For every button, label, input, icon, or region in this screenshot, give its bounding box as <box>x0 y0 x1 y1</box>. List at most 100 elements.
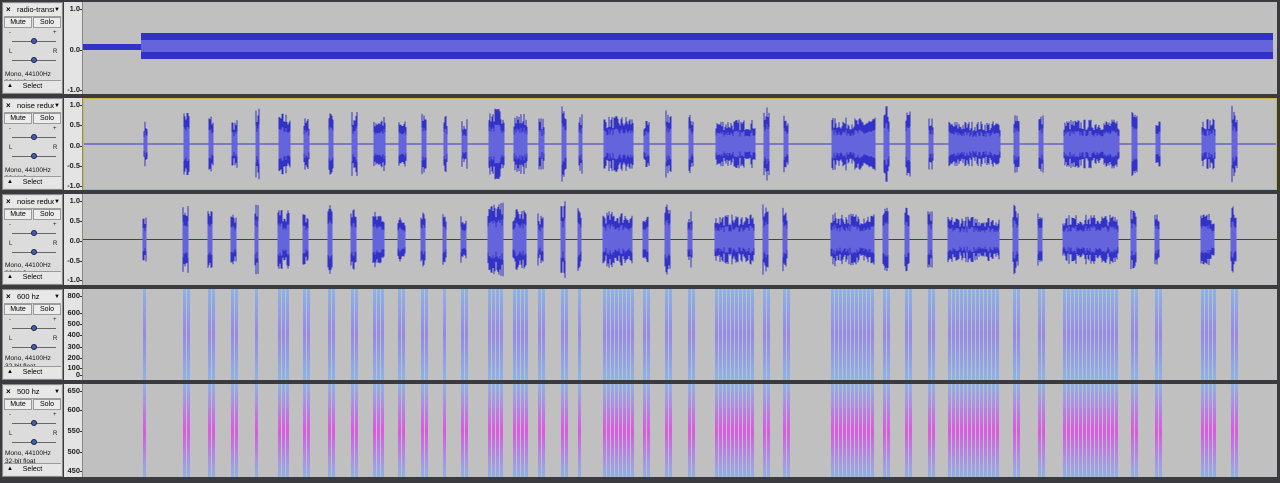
chevron-down-icon[interactable]: ▼ <box>54 100 60 112</box>
spectrogram-display[interactable] <box>83 384 1277 477</box>
chevron-down-icon[interactable]: ▼ <box>54 386 60 398</box>
spectrogram-band <box>235 289 238 380</box>
gain-slider-handle[interactable] <box>31 325 37 331</box>
spectrogram-band <box>1013 289 1016 380</box>
waveform-burst <box>688 114 694 174</box>
chevron-down-icon[interactable]: ▼ <box>54 196 60 208</box>
select-button[interactable]: ▲ Select <box>4 80 61 92</box>
waveform-display[interactable] <box>83 194 1277 285</box>
track-name-menu[interactable]: × radio-transmi ▼ <box>4 4 61 17</box>
spectrogram-band <box>1038 289 1041 380</box>
pan-slider-handle[interactable] <box>31 249 37 255</box>
spectrogram-burst <box>783 289 790 380</box>
solo-button[interactable]: Solo <box>33 399 61 410</box>
spectrogram-burst <box>763 384 770 477</box>
mute-button[interactable]: Mute <box>4 209 32 220</box>
spectrogram-band <box>843 384 846 477</box>
spectrogram-band <box>976 384 979 477</box>
track-name-menu[interactable]: × 500 hz ▼ <box>4 386 61 399</box>
spectrogram-band <box>538 289 541 380</box>
mute-button[interactable]: Mute <box>4 304 32 315</box>
chevron-down-icon[interactable]: ▼ <box>54 4 60 16</box>
spectrogram-band <box>751 289 754 380</box>
track-name-menu[interactable]: × noise reduce ▼ <box>4 196 61 209</box>
spectrogram-band <box>355 289 358 380</box>
spectrogram-band <box>496 289 499 380</box>
spectrogram-band <box>984 384 987 477</box>
spectrogram-burst <box>1231 289 1238 380</box>
waveform-display[interactable] <box>83 98 1277 190</box>
waveform-burst <box>302 214 309 265</box>
spectrogram-band <box>542 289 545 380</box>
gain-slider-handle[interactable] <box>31 420 37 426</box>
track-name-menu[interactable]: × noise reduce ▼ <box>4 100 61 113</box>
spectrogram-display[interactable] <box>83 289 1277 380</box>
spectrogram-band <box>831 384 834 477</box>
track-control-panel: × radio-transmi ▼ Mute Solo - + L R Mono… <box>2 2 63 94</box>
mute-button[interactable]: Mute <box>4 399 32 410</box>
spectrogram-band <box>851 384 854 477</box>
spectrogram-burst <box>421 289 428 380</box>
mute-button[interactable]: Mute <box>4 17 32 28</box>
select-button[interactable]: ▲ Select <box>4 463 61 475</box>
spectrogram-burst <box>143 384 146 477</box>
pan-slider-handle[interactable] <box>31 153 37 159</box>
waveform-burst <box>927 211 933 268</box>
close-track-icon[interactable]: × <box>6 4 11 16</box>
spectrogram-burst <box>1155 289 1162 380</box>
waveform-burst <box>183 112 190 176</box>
close-track-icon[interactable]: × <box>6 386 11 398</box>
waveform-burst <box>398 121 407 167</box>
spectrogram-band <box>303 289 306 380</box>
close-track-icon[interactable]: × <box>6 196 11 208</box>
waveform-envelope-quiet <box>83 44 141 50</box>
select-button[interactable]: ▲ Select <box>4 366 61 378</box>
spectrogram-band <box>561 289 564 380</box>
gain-minus-label: - <box>9 126 11 132</box>
spectrogram-burst <box>443 289 446 380</box>
frequency-ruler: 650 600 550 500 450 <box>64 384 83 477</box>
pan-slider-handle[interactable] <box>31 344 37 350</box>
spectrogram-burst <box>351 384 358 477</box>
pan-slider-handle[interactable] <box>31 439 37 445</box>
waveform-burst <box>350 209 357 270</box>
spectrogram-band <box>643 384 646 477</box>
close-track-icon[interactable]: × <box>6 100 11 112</box>
spectrogram-band <box>1107 384 1110 477</box>
gain-slider-handle[interactable] <box>31 230 37 236</box>
chevron-down-icon[interactable]: ▼ <box>54 291 60 303</box>
waveform-display[interactable] <box>83 2 1277 94</box>
ruler-tick: -0.5 <box>67 161 82 170</box>
solo-button[interactable]: Solo <box>33 17 61 28</box>
waveform-burst <box>231 120 238 168</box>
spectrogram-band <box>231 384 234 477</box>
select-button[interactable]: ▲ Select <box>4 176 61 188</box>
spectrogram-burst <box>905 384 912 477</box>
close-track-icon[interactable]: × <box>6 291 11 303</box>
gain-slider-handle[interactable] <box>31 134 37 140</box>
track-radio-transmission: × radio-transmi ▼ Mute Solo - + L R Mono… <box>0 0 1280 96</box>
gain-minus-label: - <box>9 412 11 418</box>
spectrogram-band <box>208 384 211 477</box>
pan-slider-handle[interactable] <box>31 57 37 63</box>
gain-minus-label: - <box>9 317 11 323</box>
select-button[interactable]: ▲ Select <box>4 271 61 283</box>
waveform-rms-envelope <box>141 40 1273 52</box>
spectrogram-band <box>1155 384 1158 477</box>
spectrogram-band <box>867 289 870 380</box>
track-name: radio-transmi <box>17 5 54 14</box>
spectrogram-band <box>688 384 691 477</box>
spectrogram-burst <box>303 384 310 477</box>
solo-button[interactable]: Solo <box>33 209 61 220</box>
gain-slider-handle[interactable] <box>31 38 37 44</box>
spectrogram-burst <box>255 289 258 380</box>
mute-button[interactable]: Mute <box>4 113 32 124</box>
spectrogram-band <box>727 384 730 477</box>
spectrogram-band <box>763 289 766 380</box>
spectrogram-band <box>735 384 738 477</box>
track-name-menu[interactable]: × 600 hz ▼ <box>4 291 61 304</box>
frequency-ruler: 800 600 500 400 300 200 100 0 <box>64 289 83 380</box>
solo-button[interactable]: Solo <box>33 113 61 124</box>
spectrogram-band <box>731 289 734 380</box>
solo-button[interactable]: Solo <box>33 304 61 315</box>
